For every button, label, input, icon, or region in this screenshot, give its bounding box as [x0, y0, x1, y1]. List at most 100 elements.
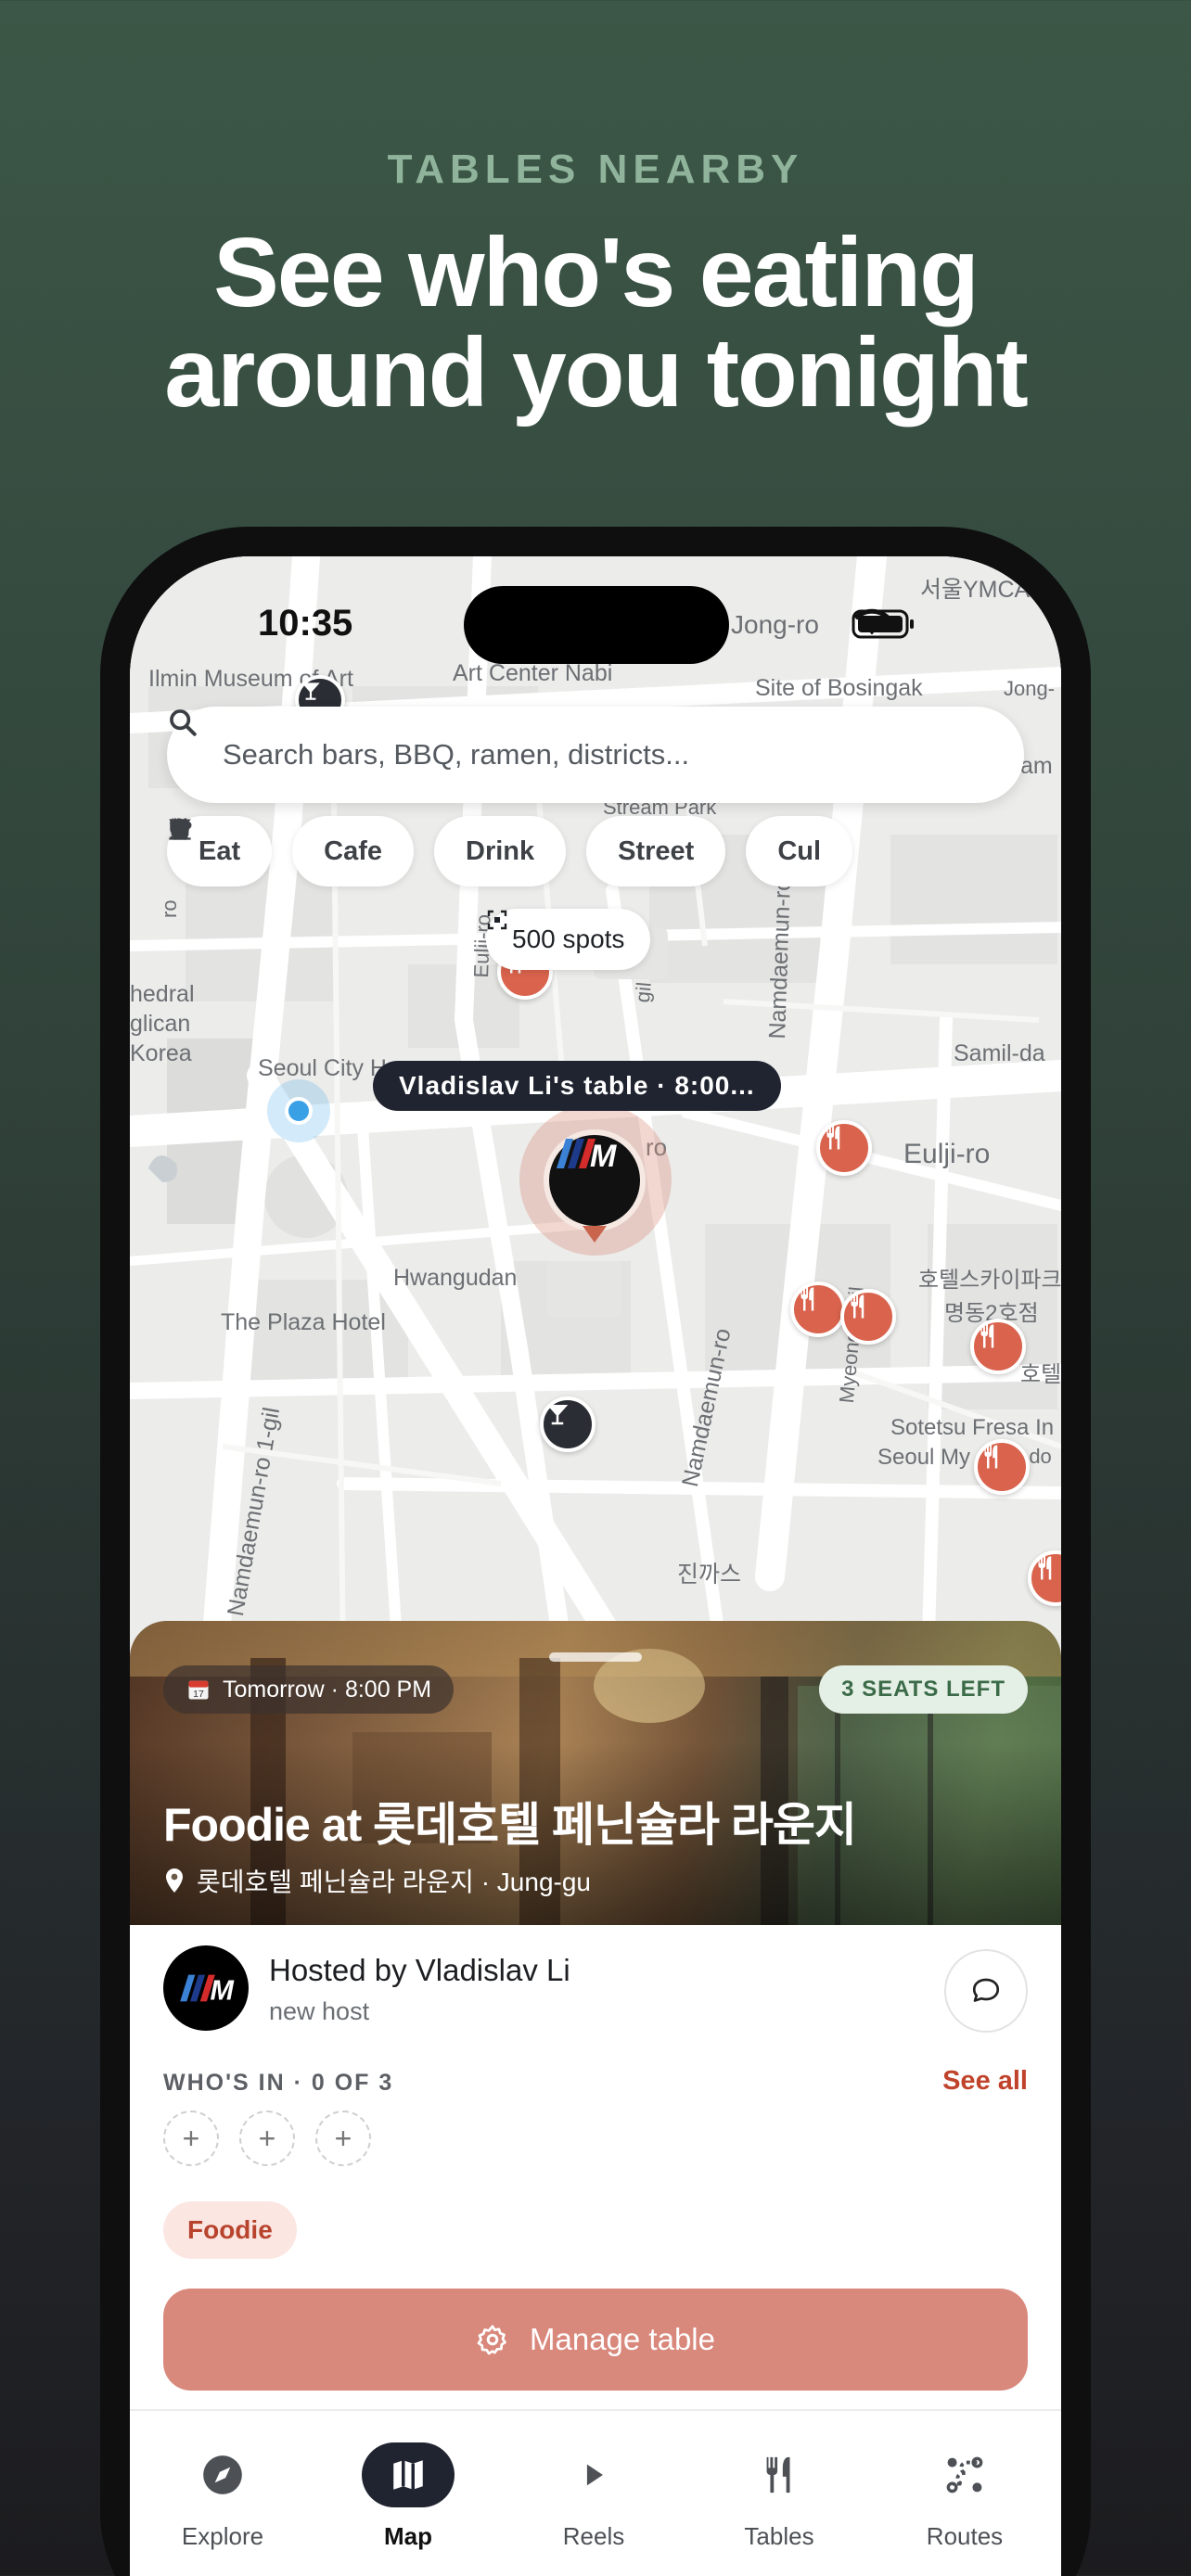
- map-label: 서울YMCA: [920, 577, 1031, 603]
- cocktail-icon: [546, 1405, 569, 1425]
- map-label: Samil-da: [954, 1040, 1045, 1066]
- headline-line-2: around you tonight: [164, 318, 1029, 427]
- host-subtitle: new host: [269, 1997, 370, 2025]
- map-label: Seoul My: [877, 1445, 971, 1470]
- filter-chip-culture[interactable]: Cul: [169, 816, 853, 886]
- restaurant-pin[interactable]: [974, 1439, 1030, 1495]
- empty-seat-slot[interactable]: +: [315, 2111, 371, 2166]
- map-label: Eulji-ro: [903, 1139, 991, 1169]
- gear-icon: [477, 2325, 506, 2355]
- restaurant-pin[interactable]: [790, 1282, 846, 1337]
- fork-knife-icon: [1038, 1556, 1052, 1580]
- attendees-heading: WHO'S IN · 0 OF 3: [163, 2070, 394, 2096]
- filter-chip-label: Cul: [777, 835, 822, 866]
- filter-chip-cafe[interactable]: Cafe: [170, 816, 414, 886]
- map-label: 호텔스카이파크: [918, 1268, 1061, 1293]
- category-tag: Foodie: [163, 2201, 297, 2259]
- fork-knife-icon: [851, 1294, 864, 1319]
- bar-pin[interactable]: [540, 1396, 596, 1452]
- tab-label: Reels: [562, 2522, 625, 2550]
- map-icon: [393, 2460, 423, 2490]
- filter-chip-drink[interactable]: Drink: [169, 816, 567, 886]
- tab-icon: [932, 2442, 997, 2507]
- cocktail-icon: [301, 682, 320, 700]
- tab-tables[interactable]: Tables: [686, 2442, 872, 2551]
- marketing-kicker: TABLES NEARBY: [387, 147, 804, 192]
- compass-icon: [203, 2455, 242, 2494]
- restaurant-pin[interactable]: [816, 1120, 872, 1176]
- calendar-icon: 17: [188, 1680, 209, 1700]
- spots-count: 500 spots: [512, 925, 625, 953]
- empty-seat-slot[interactable]: +: [239, 2111, 295, 2166]
- map-label: gil: [631, 981, 656, 1004]
- empty-seat-slot[interactable]: +: [163, 2111, 219, 2166]
- headline-line-1: See who's eating: [213, 218, 980, 327]
- attendee-slots: + + +: [163, 2111, 371, 2166]
- map-label: hedral: [130, 981, 195, 1007]
- tab-label: Explore: [181, 2522, 264, 2550]
- svg-text:17: 17: [193, 1689, 204, 1700]
- fit-bounds-icon: [487, 910, 507, 930]
- bottom-tab-bar: Explore Map Reels Tables Routes: [130, 2409, 1061, 2576]
- filter-chip-label: Cafe: [324, 835, 382, 866]
- search-bar[interactable]: Search bars, BBQ, ramen, districts...: [167, 707, 1024, 803]
- manage-table-label: Manage table: [530, 2322, 715, 2356]
- tab-map[interactable]: Map: [315, 2442, 501, 2551]
- table-title: Foodie at 롯데호텔 페닌슐라 라운지: [163, 1799, 857, 1851]
- map-label: ro: [158, 899, 181, 918]
- host-logo-icon: M: [557, 1139, 617, 1172]
- search-input[interactable]: Search bars, BBQ, ramen, districts...: [223, 738, 689, 772]
- host-row: M Hosted by Vladislav Li new host: [163, 1945, 1028, 2034]
- date-text: Tomorrow · 8:00 PM: [223, 1676, 432, 1702]
- table-location: 롯데호텔 페닌슐라 라운지 · Jung-gu: [163, 1862, 591, 1899]
- tab-icon: [190, 2442, 255, 2507]
- tab-label: Routes: [926, 2522, 1004, 2550]
- map-label: Korea: [130, 1040, 192, 1066]
- tab-label: Tables: [744, 2522, 814, 2550]
- tab-icon: [747, 2442, 812, 2507]
- host-name: Hosted by Vladislav Li: [269, 1953, 570, 1987]
- map-label: Sotetsu Fresa In: [890, 1415, 1055, 1440]
- search-icon: [170, 709, 197, 736]
- filter-chips: Eat Cafe Drink Street Cul: [167, 816, 853, 886]
- map-label: The Plaza Hotel: [221, 1309, 386, 1335]
- museum-icon: [169, 818, 191, 840]
- tab-label: Map: [384, 2522, 432, 2550]
- battery-icon: [852, 609, 914, 639]
- sheet-grabber[interactable]: [549, 1652, 642, 1662]
- tab-routes[interactable]: Routes: [872, 2442, 1057, 2551]
- current-location-dot: [267, 1079, 330, 1142]
- see-all-link[interactable]: See all: [942, 2066, 1028, 2097]
- location-text: 롯데호텔 페닌슐라 라운지 · Jung-gu: [197, 1868, 591, 1896]
- manage-table-button[interactable]: Manage table: [163, 2289, 1028, 2391]
- fork-knife-icon: [800, 1287, 814, 1311]
- fork-knife-icon: [980, 1324, 994, 1348]
- tab-explore[interactable]: Explore: [130, 2442, 315, 2551]
- map-label: Hwangudan: [393, 1265, 518, 1291]
- dynamic-island: [464, 586, 729, 664]
- map-label: 호텔: [1020, 1362, 1061, 1387]
- host-pin-tip: [583, 1226, 607, 1243]
- spots-count-button[interactable]: 500 spots: [486, 909, 651, 970]
- filter-chip-street[interactable]: Street: [170, 816, 726, 886]
- message-host-button[interactable]: [944, 1949, 1028, 2033]
- map-label: am: [1020, 753, 1053, 779]
- tab-reels[interactable]: Reels: [501, 2442, 686, 2551]
- map-label: Jong-ro: [731, 610, 819, 639]
- map-label: Art Center Nabi: [453, 660, 613, 686]
- location-pin-icon: [166, 1868, 183, 1893]
- map-view[interactable]: Ilmin Museum of Art Art Center Nabi Site…: [130, 556, 1061, 1669]
- restaurant-pin[interactable]: [840, 1289, 896, 1345]
- fork-knife-icon: [766, 2456, 790, 2493]
- svg-text:M: M: [590, 1139, 617, 1172]
- host-table-pin[interactable]: M: [544, 1129, 646, 1231]
- map-label: 진까스: [677, 1562, 742, 1588]
- map-label: glican: [130, 1011, 191, 1037]
- marketing-headline: See who's eating around you tonight: [0, 223, 1191, 423]
- restaurant-pin[interactable]: [970, 1319, 1026, 1374]
- avatar[interactable]: M: [163, 1945, 249, 2031]
- host-table-callout[interactable]: Vladislav Li's table · 8:00...: [373, 1061, 781, 1111]
- filter-chip-label: Eat: [198, 835, 241, 866]
- tab-icon-active: [362, 2442, 455, 2507]
- filter-chip-label: Drink: [466, 835, 535, 866]
